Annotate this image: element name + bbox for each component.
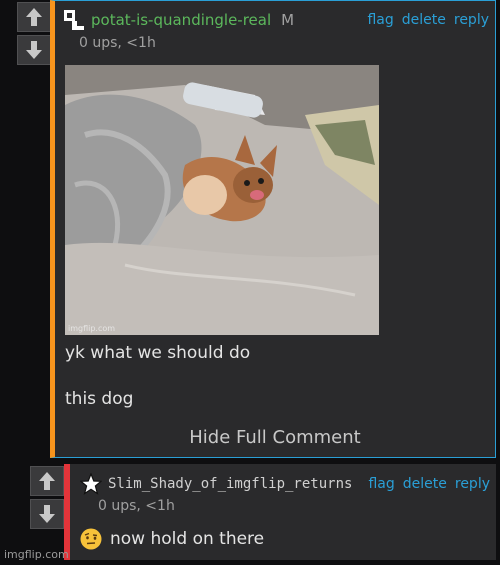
- arrow-up-icon: [39, 472, 55, 490]
- comment-actions: flag delete reply: [367, 12, 489, 28]
- username[interactable]: Slim_Shady_of_imgflip_returns: [108, 476, 352, 492]
- avatar[interactable]: [79, 472, 103, 495]
- upvote-button[interactable]: [17, 2, 51, 32]
- arrow-down-icon: [26, 41, 42, 59]
- delete-link[interactable]: delete: [402, 12, 446, 28]
- comment-header: potat-is-quandingle-real M flag delete r…: [63, 9, 489, 31]
- downvote-button[interactable]: [17, 35, 51, 65]
- downvote-button[interactable]: [30, 499, 64, 529]
- site-watermark: imgflip.com: [4, 548, 69, 561]
- comment-line: yk what we should do: [65, 343, 251, 363]
- vote-column: [30, 466, 66, 532]
- hide-full-comment-button[interactable]: Hide Full Comment: [55, 427, 495, 448]
- image-watermark: imgflip.com: [68, 324, 116, 333]
- comment-line: this dog: [65, 389, 134, 409]
- comment-image[interactable]: imgflip.com: [65, 65, 379, 335]
- comment-body: now hold on there: [80, 528, 264, 550]
- comment-reply: Slim_Shady_of_imgflip_returns flag delet…: [64, 464, 496, 560]
- comment: potat-is-quandingle-real M flag delete r…: [50, 0, 496, 458]
- avatar-pixel-icon: [63, 9, 85, 31]
- comment-text: now hold on there: [110, 529, 265, 549]
- comment-meta: 0 ups, <1h: [79, 35, 156, 51]
- avatar[interactable]: [63, 9, 85, 31]
- gender-label: M: [281, 11, 295, 29]
- upvote-button[interactable]: [30, 466, 64, 496]
- username[interactable]: potat-is-quandingle-real: [91, 11, 271, 29]
- arrow-down-icon: [39, 505, 55, 523]
- reply-link[interactable]: reply: [454, 12, 489, 28]
- comment-actions: flag delete reply: [368, 476, 490, 492]
- raised-eyebrow-emoji-icon: [80, 528, 102, 550]
- star-icon: [79, 472, 103, 495]
- flag-link[interactable]: flag: [368, 476, 394, 492]
- vote-column: [17, 2, 53, 68]
- reply-link[interactable]: reply: [455, 476, 490, 492]
- delete-link[interactable]: delete: [403, 476, 447, 492]
- comment-header: Slim_Shady_of_imgflip_returns flag delet…: [79, 472, 490, 495]
- arrow-up-icon: [26, 8, 42, 26]
- comment-meta: 0 ups, <1h: [98, 498, 175, 514]
- dog-photo: [65, 65, 379, 335]
- flag-link[interactable]: flag: [367, 12, 393, 28]
